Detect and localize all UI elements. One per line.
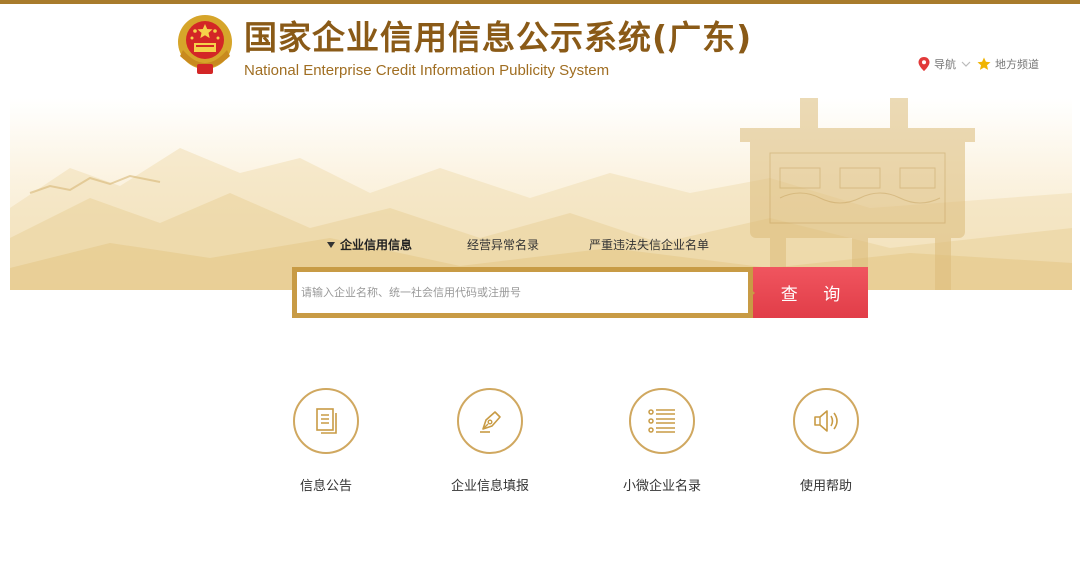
quick-link-label: 信息公告 [299, 479, 352, 494]
site-subtitle: National Enterprise Credit Information P… [244, 62, 610, 79]
tab-serious-violations[interactable]: 严重违法失信企业名单 [589, 236, 709, 253]
top-accent-stripe [0, 0, 1080, 4]
search-button[interactable]: 查 询 [753, 267, 868, 318]
quick-link-announcements[interactable]: 信息公告 [292, 388, 360, 494]
hero-banner [10, 98, 1072, 290]
search-input[interactable] [297, 272, 748, 313]
tab-abnormal-operations[interactable]: 经营异常名录 [467, 236, 539, 253]
site-title: 国家企业信用信息公示系统(广东) [244, 18, 753, 57]
list-icon [629, 388, 695, 454]
speaker-icon [793, 388, 859, 454]
tab-label: 企业信用信息 [340, 238, 413, 252]
tab-enterprise-credit[interactable]: 企业信用信息 [327, 236, 412, 253]
quick-link-label: 小微企业名录 [622, 479, 701, 494]
tab-label: 经营异常名录 [467, 238, 540, 252]
triangle-down-icon [327, 242, 335, 248]
search-arrow-decoration [748, 287, 755, 299]
mountain-landscape-illustration [10, 98, 1072, 290]
nav-link[interactable]: 导航 [934, 56, 956, 72]
quick-link-label: 使用帮助 [799, 479, 852, 494]
local-channel-link[interactable]: 地方频道 [995, 56, 1039, 72]
chevron-down-icon[interactable] [961, 60, 971, 68]
national-emblem-icon [178, 15, 232, 74]
location-pin-icon [918, 57, 930, 71]
pen-icon [457, 388, 523, 454]
star-icon [977, 57, 991, 70]
quick-link-info-report[interactable]: 企业信息填报 [440, 388, 540, 494]
quick-link-small-business[interactable]: 小微企业名录 [612, 388, 712, 494]
quick-link-label: 企业信息填报 [450, 479, 529, 494]
quick-link-help[interactable]: 使用帮助 [792, 388, 860, 494]
document-icon [293, 388, 359, 454]
search-box: 查 询 [292, 267, 868, 318]
tab-label: 严重违法失信企业名单 [589, 238, 710, 252]
top-nav: 导航 地方频道 [918, 56, 1039, 72]
